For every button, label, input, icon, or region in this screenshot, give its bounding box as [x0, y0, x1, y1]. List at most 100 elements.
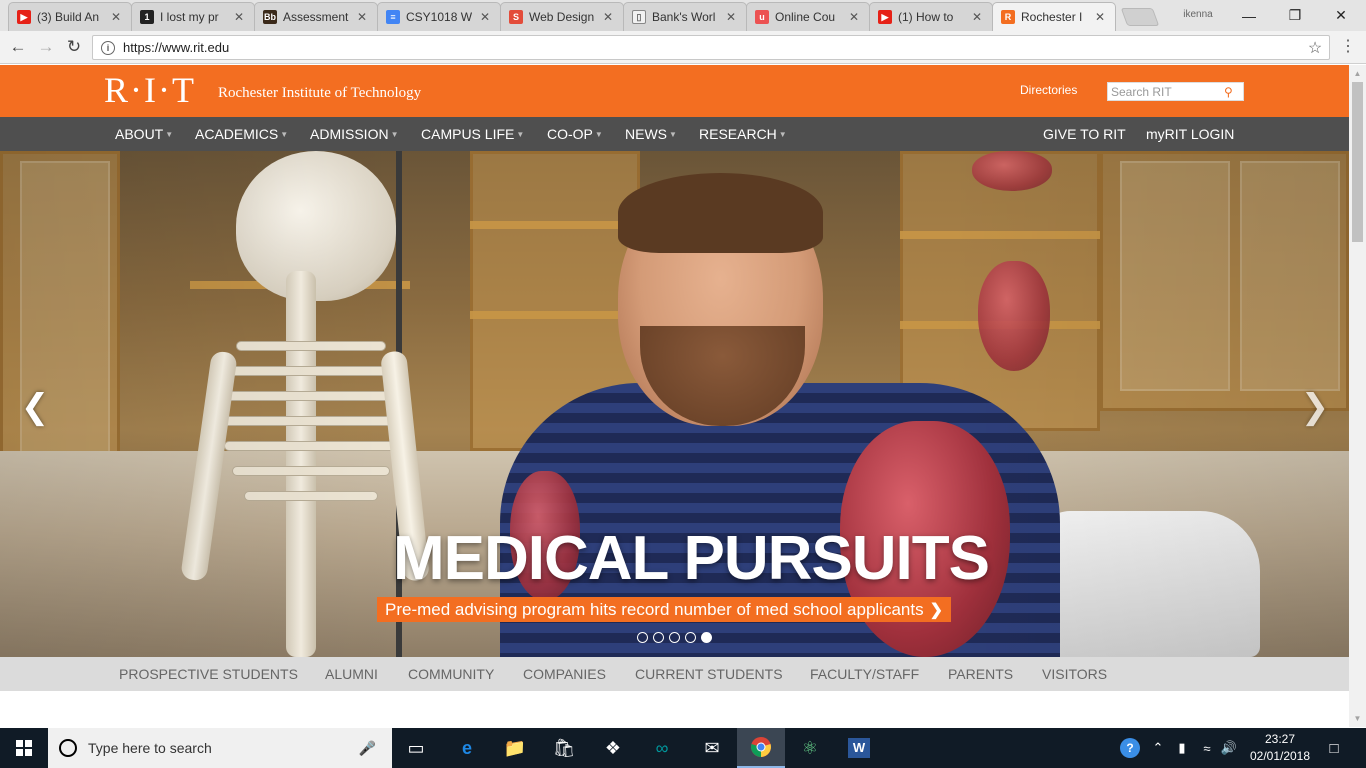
browser-tab[interactable]: 1 I lost my pr ✕ [131, 2, 255, 31]
give-to-rit-link[interactable]: GIVE TO RIT [1043, 117, 1126, 151]
word-icon[interactable]: W [835, 728, 883, 768]
aud-prospective-students[interactable]: PROSPECTIVE STUDENTS [119, 657, 298, 691]
address-bar[interactable]: i https://www.rit.edu ☆ [92, 35, 1330, 60]
close-tab-icon[interactable]: ✕ [970, 10, 984, 24]
aud-alumni[interactable]: ALUMNI [325, 657, 378, 691]
page-scrollbar[interactable]: ▲ ▼ [1349, 65, 1366, 727]
carousel-prev-icon[interactable]: ❮ [20, 387, 50, 427]
windows-logo-icon [16, 740, 32, 756]
aud-parents[interactable]: PARENTS [948, 657, 1013, 691]
minimize-button[interactable]: — [1226, 0, 1272, 31]
carousel-dot[interactable] [653, 632, 664, 643]
browser-tab[interactable]: Bb Assessment ✕ [254, 2, 378, 31]
store-icon[interactable]: 🛍 [540, 728, 588, 768]
nav-label: NEWS [625, 126, 667, 142]
help-badge: ? [1120, 738, 1140, 758]
url-text[interactable]: https://www.rit.edu [123, 40, 1305, 55]
new-tab-button[interactable] [1120, 8, 1160, 26]
close-tab-icon[interactable]: ✕ [601, 10, 615, 24]
hero-title: MEDICAL PURSUITS [393, 524, 990, 593]
taskbar-search[interactable]: Type here to search 🎤 [48, 728, 392, 768]
start-button[interactable] [0, 728, 48, 768]
hero-carousel[interactable]: ❮ ❯ MEDICAL PURSUITS Pre-med advising pr… [0, 151, 1349, 657]
carousel-indicators [637, 632, 717, 643]
wifi-icon[interactable]: ≈ [1196, 728, 1218, 768]
browser-tab[interactable]: ▶ (3) Build An ✕ [8, 2, 132, 31]
help-icon[interactable]: ? [1116, 728, 1144, 768]
close-tab-icon[interactable]: ✕ [847, 10, 861, 24]
site-info-icon[interactable]: i [101, 40, 115, 55]
scrollbar-thumb[interactable] [1352, 82, 1363, 242]
aud-faculty-staff[interactable]: FACULTY/STAFF [810, 657, 919, 691]
caret-down-icon: ▼ [594, 130, 603, 140]
caret-down-icon: ▼ [778, 130, 787, 140]
search-icon[interactable]: ⚲ [1224, 85, 1233, 99]
reload-button[interactable]: ↻ [62, 35, 86, 59]
close-tab-icon[interactable]: ✕ [355, 10, 369, 24]
task-view-icon[interactable]: ▭ [392, 728, 440, 768]
browser-tab[interactable]: ▶ (1) How to ✕ [869, 2, 993, 31]
aud-visitors[interactable]: VISITORS [1042, 657, 1107, 691]
youtube-icon: ▶ [878, 10, 892, 24]
tab-title: Rochester I [1021, 10, 1083, 24]
system-clock[interactable]: 23:27 02/01/2018 [1246, 731, 1314, 765]
forward-button[interactable]: → [34, 35, 58, 59]
close-tab-icon[interactable]: ✕ [232, 10, 246, 24]
scroll-down-icon[interactable]: ▼ [1349, 710, 1366, 727]
close-tab-icon[interactable]: ✕ [724, 10, 738, 24]
browser-tab[interactable]: ▯ Bank's Worl ✕ [623, 2, 747, 31]
scroll-up-icon[interactable]: ▲ [1349, 65, 1366, 82]
edge-icon[interactable]: e [443, 728, 491, 768]
nav-news[interactable]: NEWS ▼ [625, 117, 677, 151]
carousel-next-icon[interactable]: ❯ [1300, 387, 1330, 427]
directories-link[interactable]: Directories [1020, 83, 1077, 97]
taskbar-search-placeholder: Type here to search [88, 740, 212, 756]
bookmark-star-icon[interactable]: ☆ [1305, 38, 1325, 58]
back-button[interactable]: ← [6, 35, 30, 59]
nav-campus-life[interactable]: CAMPUS LIFE ▼ [421, 117, 524, 151]
close-tab-icon[interactable]: ✕ [1093, 10, 1107, 24]
atom-icon[interactable]: ⚛ [786, 728, 834, 768]
profile-button[interactable]: ikenna [1178, 6, 1218, 24]
action-center-icon[interactable]: □ [1320, 728, 1348, 768]
chrome-icon[interactable] [737, 728, 785, 768]
file-explorer-icon[interactable]: 📁 [491, 728, 539, 768]
nav-research[interactable]: RESEARCH ▼ [699, 117, 787, 151]
close-tab-icon[interactable]: ✕ [109, 10, 123, 24]
browser-tab[interactable]: S Web Design ✕ [500, 2, 624, 31]
nav-admission[interactable]: ADMISSION ▼ [310, 117, 399, 151]
volume-icon[interactable]: 🔊 [1218, 728, 1240, 768]
quora-icon: 1 [140, 10, 154, 24]
microphone-icon[interactable]: 🎤 [359, 740, 376, 757]
close-window-button[interactable]: ✕ [1318, 0, 1364, 31]
myrit-login-link[interactable]: myRIT LOGIN [1146, 117, 1234, 151]
battery-icon[interactable]: ▮ [1172, 728, 1192, 768]
site-header: R·I·T Rochester Institute of Technology … [0, 65, 1349, 117]
carousel-dot[interactable] [637, 632, 648, 643]
close-tab-icon[interactable]: ✕ [478, 10, 492, 24]
clock-date: 02/01/2018 [1249, 749, 1311, 763]
browser-menu-icon[interactable]: ⋮ [1340, 36, 1356, 60]
aud-companies[interactable]: COMPANIES [523, 657, 606, 691]
nav-about[interactable]: ABOUT ▼ [115, 117, 173, 151]
restore-button[interactable]: ❐ [1272, 0, 1318, 31]
nav-co-op[interactable]: CO-OP ▼ [547, 117, 603, 151]
browser-tab[interactable]: R Rochester I ✕ [992, 2, 1116, 31]
arduino-icon[interactable]: ∞ [638, 728, 686, 768]
rit-logo[interactable]: R·I·T Rochester Institute of Technology [104, 70, 421, 110]
browser-tab[interactable]: ≡ CSY1018 W ✕ [377, 2, 501, 31]
show-hidden-icons-icon[interactable]: ⌃ [1148, 728, 1168, 768]
carousel-dot-active[interactable] [701, 632, 712, 643]
tab-title: Online Cou [775, 10, 836, 24]
aud-current-students[interactable]: CURRENT STUDENTS [635, 657, 783, 691]
hero-caption-link[interactable]: Pre-med advising program hits record num… [377, 597, 951, 622]
browser-tab[interactable]: u Online Cou ✕ [746, 2, 870, 31]
nav-academics[interactable]: ACADEMICS ▼ [195, 117, 288, 151]
carousel-dot[interactable] [669, 632, 680, 643]
udemy-icon: u [755, 10, 769, 24]
search-input[interactable] [1108, 84, 1220, 99]
dropbox-icon[interactable]: ❖ [589, 728, 637, 768]
mail-icon[interactable]: ✉ [688, 728, 736, 768]
aud-community[interactable]: COMMUNITY [408, 657, 494, 691]
carousel-dot[interactable] [685, 632, 696, 643]
